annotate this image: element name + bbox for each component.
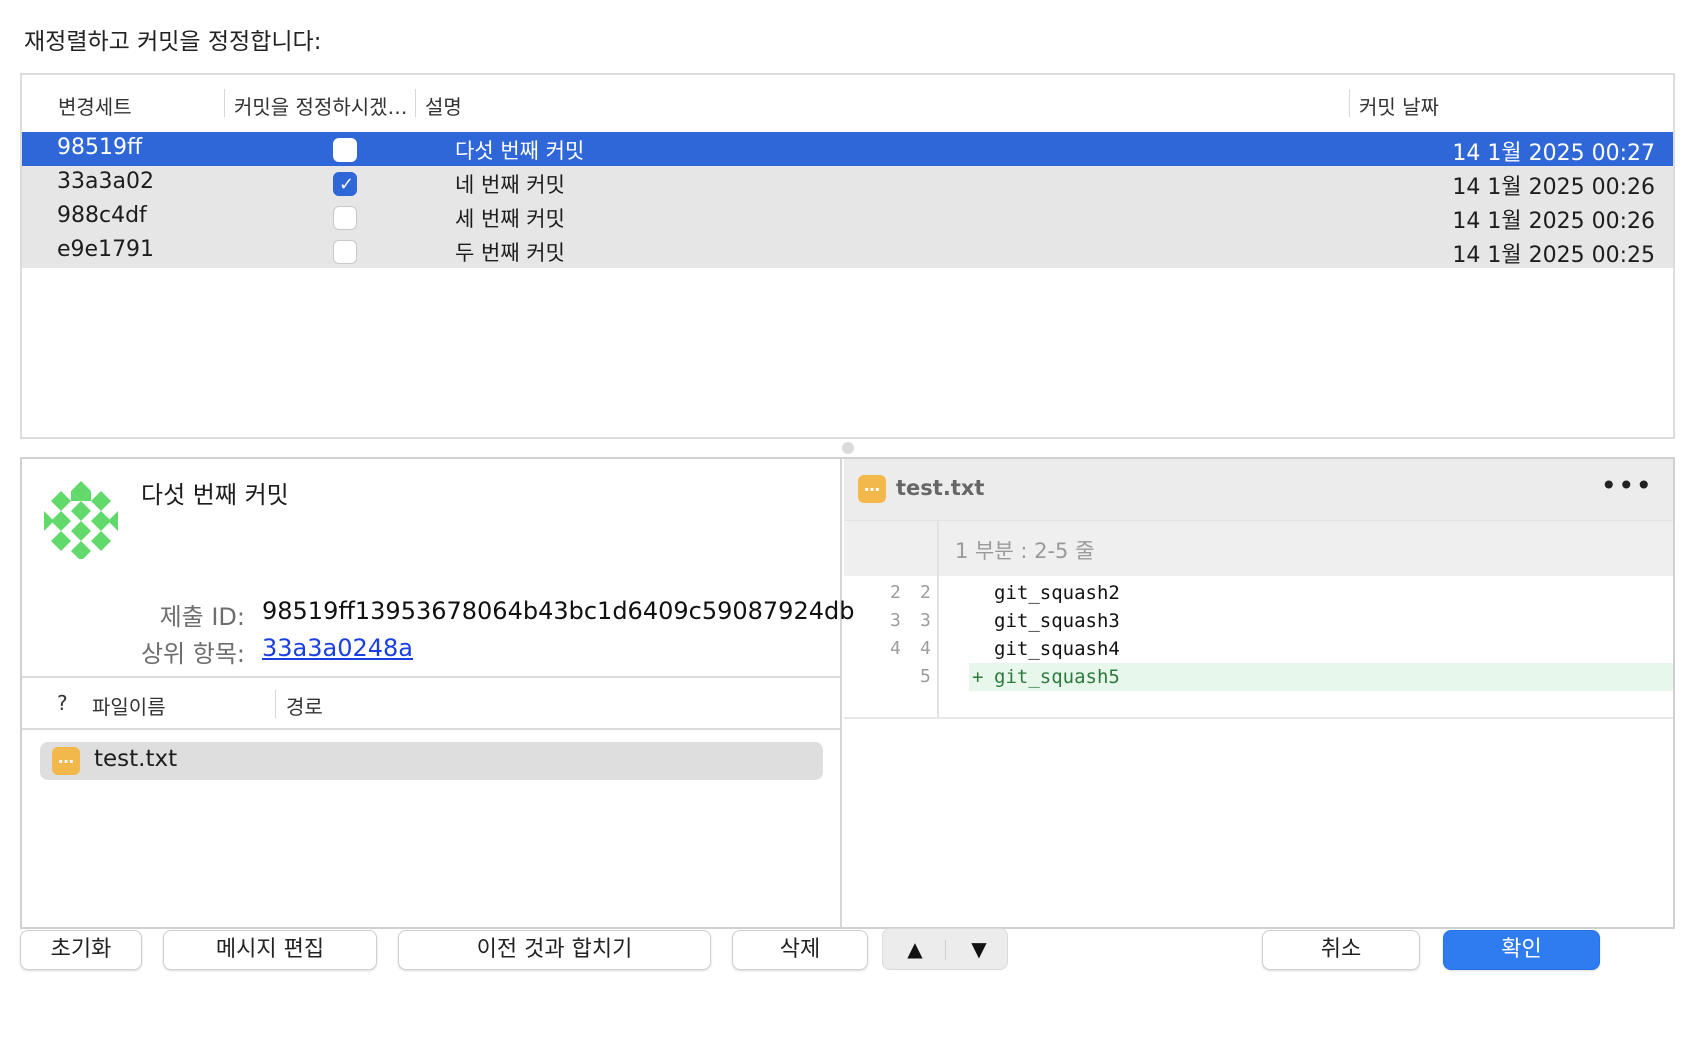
commit-description: 두 번째 커밋 [455,241,565,265]
column-path[interactable]: 경로 [286,691,323,720]
new-line-number: 2 [920,582,931,603]
commit-hash: e9e1791 [57,237,155,262]
splitter-handle[interactable] [842,442,854,454]
commit-date: 14 1월 2025 00:25 [1452,243,1655,268]
column-separator [1349,89,1350,117]
hunk-gutter [844,521,939,576]
parent-label: 상위 항목: [140,640,245,668]
commit-hash: 988c4df [57,203,147,228]
column-separator [275,690,276,718]
code-line: git_squash3 [994,610,1120,632]
commit-date: 14 1월 2025 00:26 [1452,175,1655,200]
commit-id-label: 제출 ID: [159,603,245,631]
amend-checkbox[interactable] [333,240,357,264]
delete-button[interactable]: 삭제 [732,930,868,970]
commit-hash: 33a3a02 [57,169,154,194]
checkmark-icon: ✓ [339,174,355,195]
old-line-number: 2 [890,582,901,603]
new-line-number: 3 [920,610,931,631]
column-changeset[interactable]: 변경세트 [58,91,132,120]
column-filename[interactable]: 파일이름 [92,691,166,720]
column-separator [415,89,416,117]
file-list-item[interactable]: test.txt [40,742,823,780]
old-line-number: 3 [890,610,901,631]
new-line-number: 5 [920,666,931,687]
file-name: test.txt [94,746,178,772]
cancel-button[interactable]: 취소 [1262,930,1420,970]
commit-description: 세 번째 커밋 [455,207,565,231]
edit-message-button[interactable]: 메시지 편집 [163,930,377,970]
commit-date: 14 1월 2025 00:27 [1452,141,1655,166]
column-date[interactable]: 커밋 날짜 [1359,91,1439,120]
commit-description: 네 번째 커밋 [455,173,565,197]
table-row[interactable]: 988c4df 세 번째 커밋 14 1월 2025 00:26 [22,200,1673,234]
amend-checkbox[interactable] [333,138,357,162]
commit-rows: 98519ff 다섯 번째 커밋 14 1월 2025 00:27 33a3a02 ✓ 네… [22,132,1673,268]
move-down-button[interactable]: ▼ [959,937,999,961]
commit-description: 다섯 번째 커밋 [455,139,585,163]
diff-filename: test.txt [896,476,985,500]
diff-line: 2 2 git_squash2 [844,579,1673,607]
table-row[interactable]: e9e1791 두 번째 커밋 14 1월 2025 00:25 [22,234,1673,268]
hunk-header: 1 부분 : 2-5 줄 [844,521,1673,576]
column-amend[interactable]: 커밋을 정정하시겠… [234,91,408,120]
squash-with-previous-button[interactable]: 이전 것과 합치기 [398,930,711,970]
code-line: git_squash2 [994,582,1120,604]
commit-detail-panel: 다섯 번째 커밋 제출 ID: 98519ff13953678064b43bc1… [20,457,1675,929]
table-header: 변경세트 커밋을 정정하시겠… 설명 커밋 날짜 [22,75,1673,132]
move-commit-control: ▲ ▼ [882,928,1008,970]
column-separator [224,89,225,117]
reset-button[interactable]: 초기화 [20,930,142,970]
diff-line-added: +5 git_squash5 [844,663,1673,691]
old-line-number: 4 [890,638,901,659]
file-list-header: ? 파일이름 경로 [22,676,840,730]
commit-info-pane: 다섯 번째 커밋 제출 ID: 98519ff13953678064b43bc1… [22,459,854,927]
modified-file-icon [52,747,80,775]
segment-divider [945,940,946,960]
column-status[interactable]: ? [57,691,68,715]
modified-file-icon [858,475,886,503]
commit-hash: 98519ff [57,135,143,160]
parent-commit-link[interactable]: 33a3a0248a [262,634,413,662]
more-options-button[interactable]: ••• [1600,469,1653,502]
code-line: git_squash5 [994,666,1120,688]
ok-button[interactable]: 확인 [1443,930,1600,970]
table-row[interactable]: 33a3a02 ✓ 네 번째 커밋 14 1월 2025 00:26 [22,166,1673,200]
amend-checkbox[interactable]: ✓ [333,172,357,196]
dialog-heading: 재정렬하고 커밋을 정정합니다: [24,29,322,55]
diff-divider [844,717,1673,719]
new-line-number: 4 [920,638,931,659]
diff-pane: test.txt ••• 1 부분 : 2-5 줄 22 git_squash2 3… [844,459,1673,927]
hunk-header-text: 1 부분 : 2-5 줄 [955,539,1095,563]
diff-line: 3 3 git_squash3 [844,607,1673,635]
column-description[interactable]: 설명 [425,91,462,120]
code-line: git_squash4 [994,638,1120,660]
plus-icon: + [972,666,984,688]
commit-title: 다섯 번째 커밋 [141,481,289,509]
move-up-button[interactable]: ▲ [895,937,935,961]
amend-checkbox[interactable] [333,206,357,230]
diff-line: 4 4 git_squash4 [844,635,1673,663]
parent-link-wrap: 33a3a0248a [262,634,413,662]
avatar [40,477,122,559]
table-row[interactable]: 98519ff 다섯 번째 커밋 14 1월 2025 00:27 [22,132,1673,166]
commit-table: 변경세트 커밋을 정정하시겠… 설명 커밋 날짜 98519ff 다섯 번째 커밋… [20,73,1675,439]
commit-id-value: 98519ff13953678064b43bc1d6409c59087924db [262,597,855,625]
commit-date: 14 1월 2025 00:26 [1452,209,1655,234]
diff-header: test.txt ••• [844,459,1673,521]
